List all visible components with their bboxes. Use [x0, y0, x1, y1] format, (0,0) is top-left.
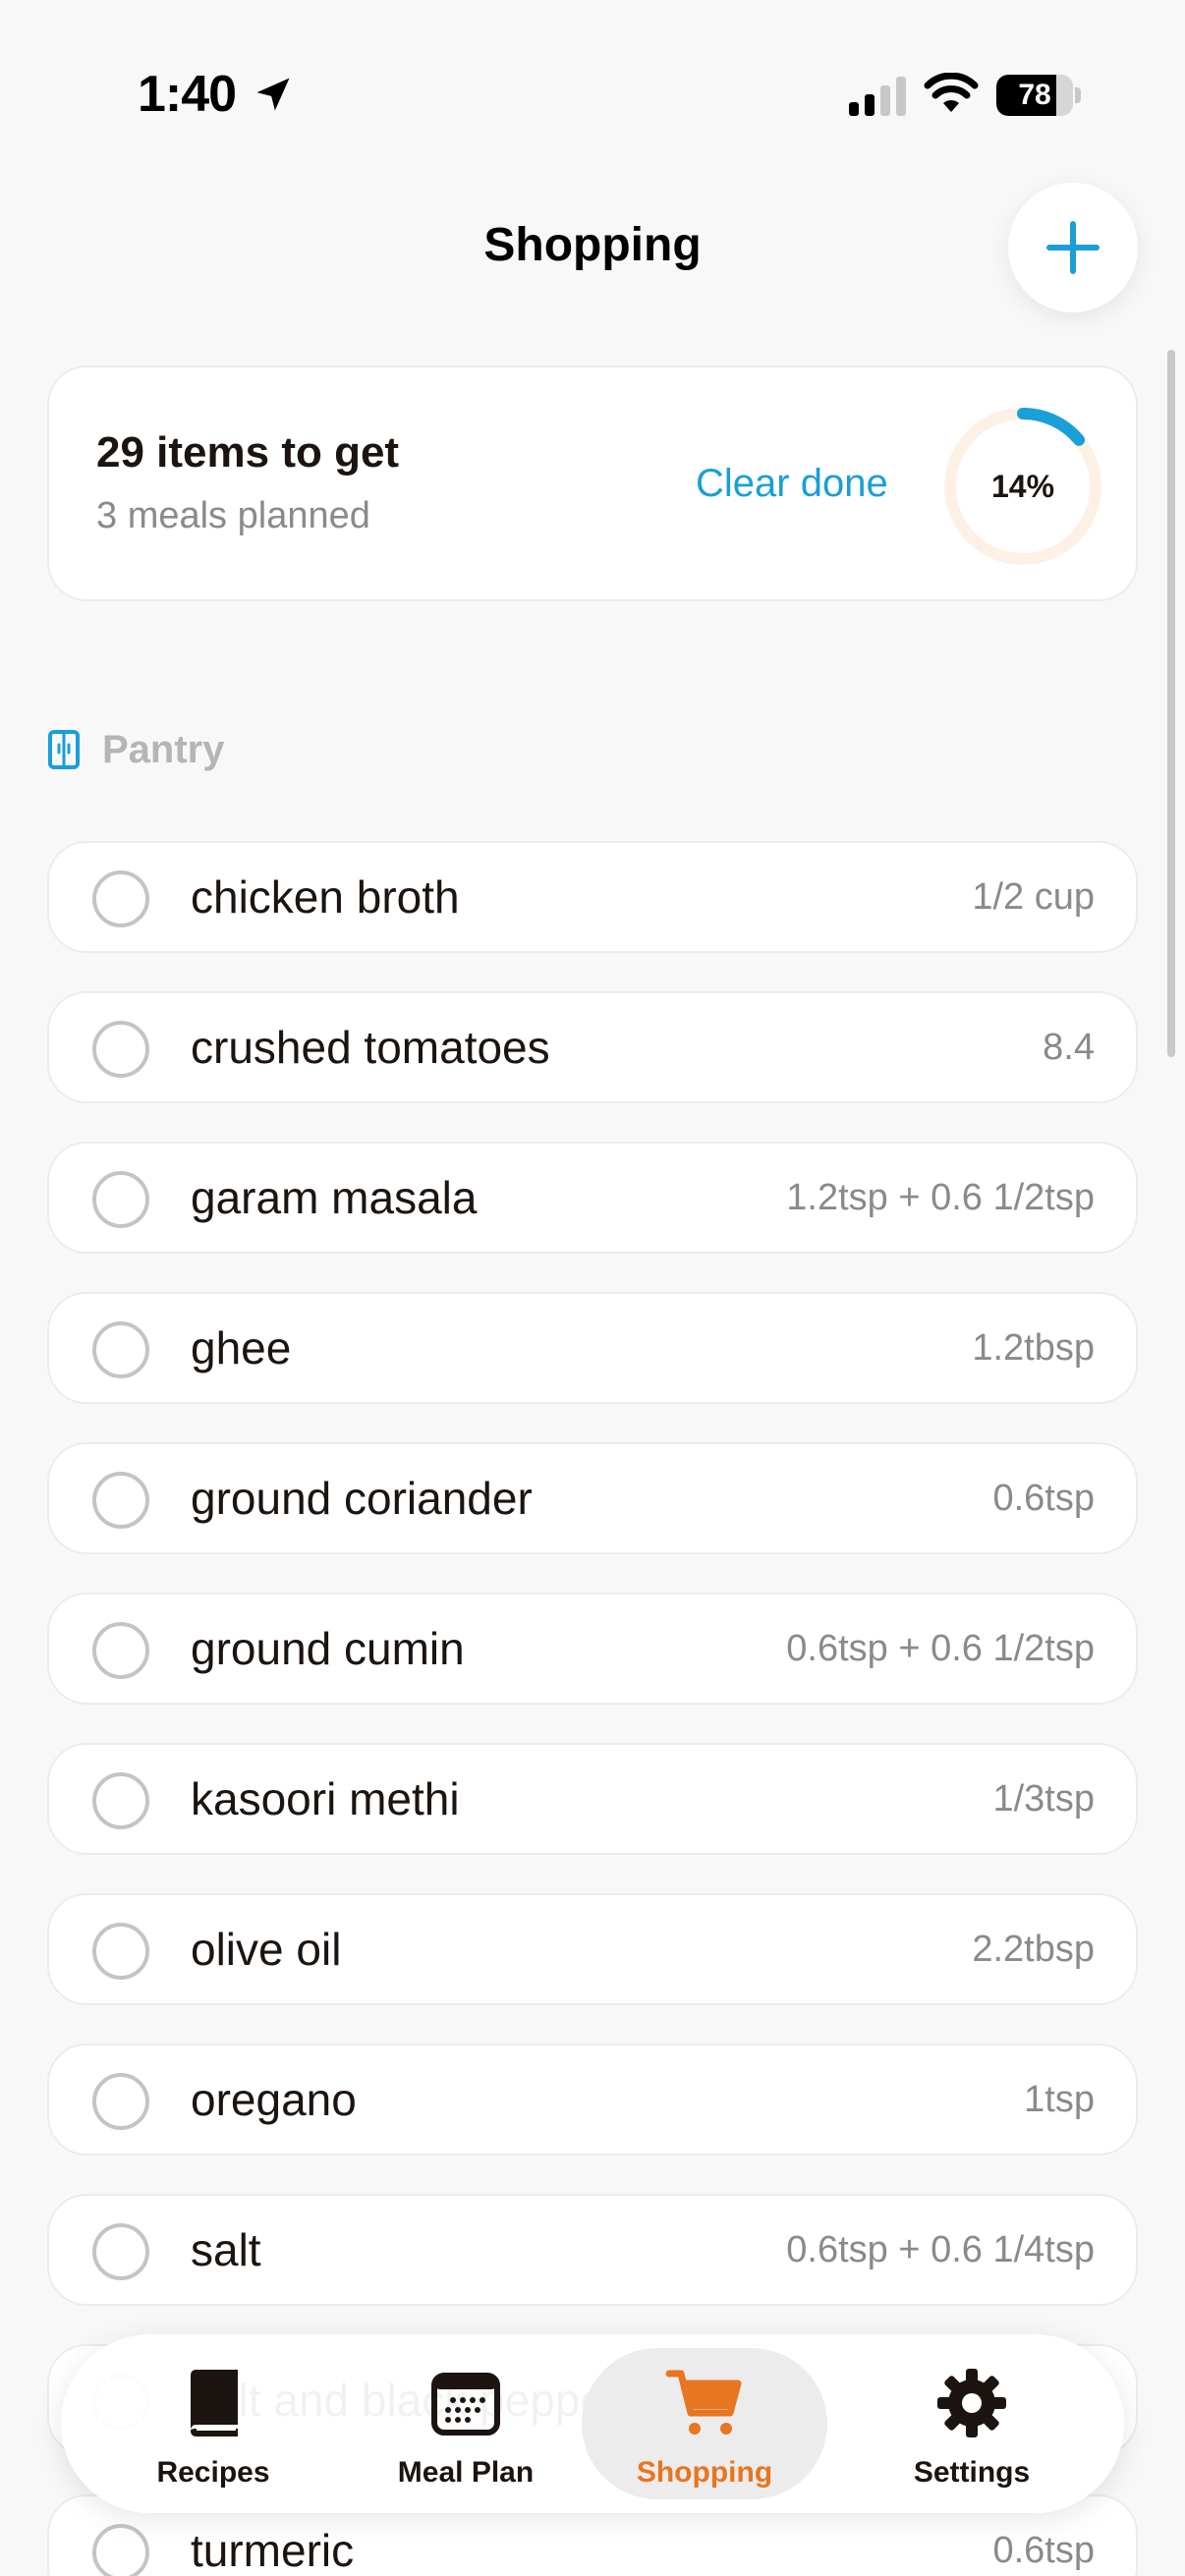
item-quantity: 0.6tsp + 0.6 1/4tsp: [786, 2229, 1095, 2270]
cart-icon: [665, 2370, 742, 2435]
book-icon: [191, 2370, 238, 2436]
item-checkbox[interactable]: [92, 1171, 149, 1228]
item-quantity: 1/3tsp: [992, 1778, 1095, 1820]
item-quantity: 1tsp: [1024, 2079, 1095, 2120]
item-name: garam masala: [191, 1172, 478, 1223]
item-checkbox[interactable]: [92, 1923, 149, 1980]
tab-settings[interactable]: Settings: [849, 2348, 1095, 2499]
list-item[interactable]: ground coriander 0.6tsp: [47, 1442, 1138, 1554]
item-checkbox[interactable]: [92, 2073, 149, 2130]
list-item[interactable]: kasoori methi 1/3tsp: [47, 1743, 1138, 1855]
tab-shopping[interactable]: Shopping: [582, 2348, 827, 2499]
status-time: 1:40: [138, 66, 237, 123]
gear-icon: [937, 2369, 1006, 2437]
item-checkbox[interactable]: [92, 2524, 149, 2576]
item-quantity: 0.6tsp + 0.6 1/2tsp: [786, 1628, 1095, 1669]
item-checkbox[interactable]: [92, 2223, 149, 2280]
calendar-icon: [431, 2373, 500, 2436]
tab-recipes[interactable]: Recipes: [90, 2348, 336, 2499]
section-label: Pantry: [102, 727, 225, 771]
item-checkbox[interactable]: [92, 1472, 149, 1529]
list-item[interactable]: garam masala 1.2tsp + 0.6 1/2tsp: [47, 1142, 1138, 1254]
section-header-pantry: Pantry: [47, 725, 225, 774]
shopping-screen: 1:40 78 Shopping 29 items to get 3 meals…: [0, 0, 1185, 2576]
item-quantity: 2.2tbsp: [972, 1929, 1095, 1970]
items-to-get-count: 29 items to get: [96, 428, 400, 476]
add-item-button[interactable]: [1008, 183, 1138, 312]
list-item[interactable]: ghee 1.2tbsp: [47, 1292, 1138, 1404]
scroll-indicator[interactable]: [1167, 350, 1175, 1057]
clear-done-button[interactable]: Clear done: [696, 462, 888, 506]
item-quantity: 1.2tbsp: [972, 1327, 1095, 1369]
status-bar: 1:40 78: [0, 0, 1185, 187]
list-item[interactable]: oregano 1tsp: [47, 2044, 1138, 2156]
item-name: ground coriander: [191, 1473, 533, 1524]
item-name: crushed tomatoes: [191, 1022, 550, 1073]
plus-icon: [1046, 221, 1100, 274]
list-item[interactable]: salt 0.6tsp + 0.6 1/4tsp: [47, 2194, 1138, 2306]
item-name: kasoori methi: [191, 1773, 460, 1824]
tab-label-shopping: Shopping: [636, 2456, 773, 2489]
summary-card: 29 items to get 3 meals planned Clear do…: [47, 365, 1138, 601]
battery-level: 78: [1018, 79, 1051, 111]
progress-percentage: 14%: [990, 469, 1055, 504]
tab-label-meal-plan: Meal Plan: [397, 2456, 535, 2489]
item-checkbox[interactable]: [92, 1772, 149, 1829]
item-checkbox[interactable]: [92, 1321, 149, 1378]
item-name: salt: [191, 2224, 261, 2275]
item-quantity: 1/2 cup: [972, 876, 1095, 918]
list-item[interactable]: ground cumin 0.6tsp + 0.6 1/2tsp: [47, 1593, 1138, 1705]
item-checkbox[interactable]: [92, 1021, 149, 1078]
item-checkbox[interactable]: [92, 1622, 149, 1679]
item-quantity: 1.2tsp + 0.6 1/2tsp: [786, 1177, 1095, 1218]
item-quantity: 8.4: [1043, 1027, 1095, 1068]
item-name: chicken broth: [191, 871, 460, 923]
item-name: ghee: [191, 1322, 292, 1373]
tab-label-recipes: Recipes: [156, 2456, 270, 2489]
item-name: ground cumin: [191, 1623, 465, 1674]
item-name: olive oil: [191, 1924, 342, 1975]
wifi-icon: [924, 73, 979, 112]
meals-planned-count: 3 meals planned: [96, 495, 370, 536]
tab-bar: Recipes Meal Plan Shopping Settings: [61, 2334, 1124, 2513]
pantry-icon: [48, 730, 80, 769]
list-item[interactable]: crushed tomatoes 8.4: [47, 991, 1138, 1103]
cellular-signal-icon: [849, 77, 906, 116]
item-checkbox[interactable]: [92, 870, 149, 927]
item-quantity: 0.6tsp: [992, 1478, 1095, 1519]
item-name: oregano: [191, 2074, 357, 2125]
tab-meal-plan[interactable]: Meal Plan: [343, 2348, 589, 2499]
list-item[interactable]: chicken broth 1/2 cup: [47, 841, 1138, 953]
battery-icon: 78: [996, 75, 1081, 116]
tab-label-settings: Settings: [913, 2456, 1031, 2489]
location-arrow-icon: [256, 78, 290, 111]
list-item[interactable]: olive oil 2.2tbsp: [47, 1893, 1138, 2005]
